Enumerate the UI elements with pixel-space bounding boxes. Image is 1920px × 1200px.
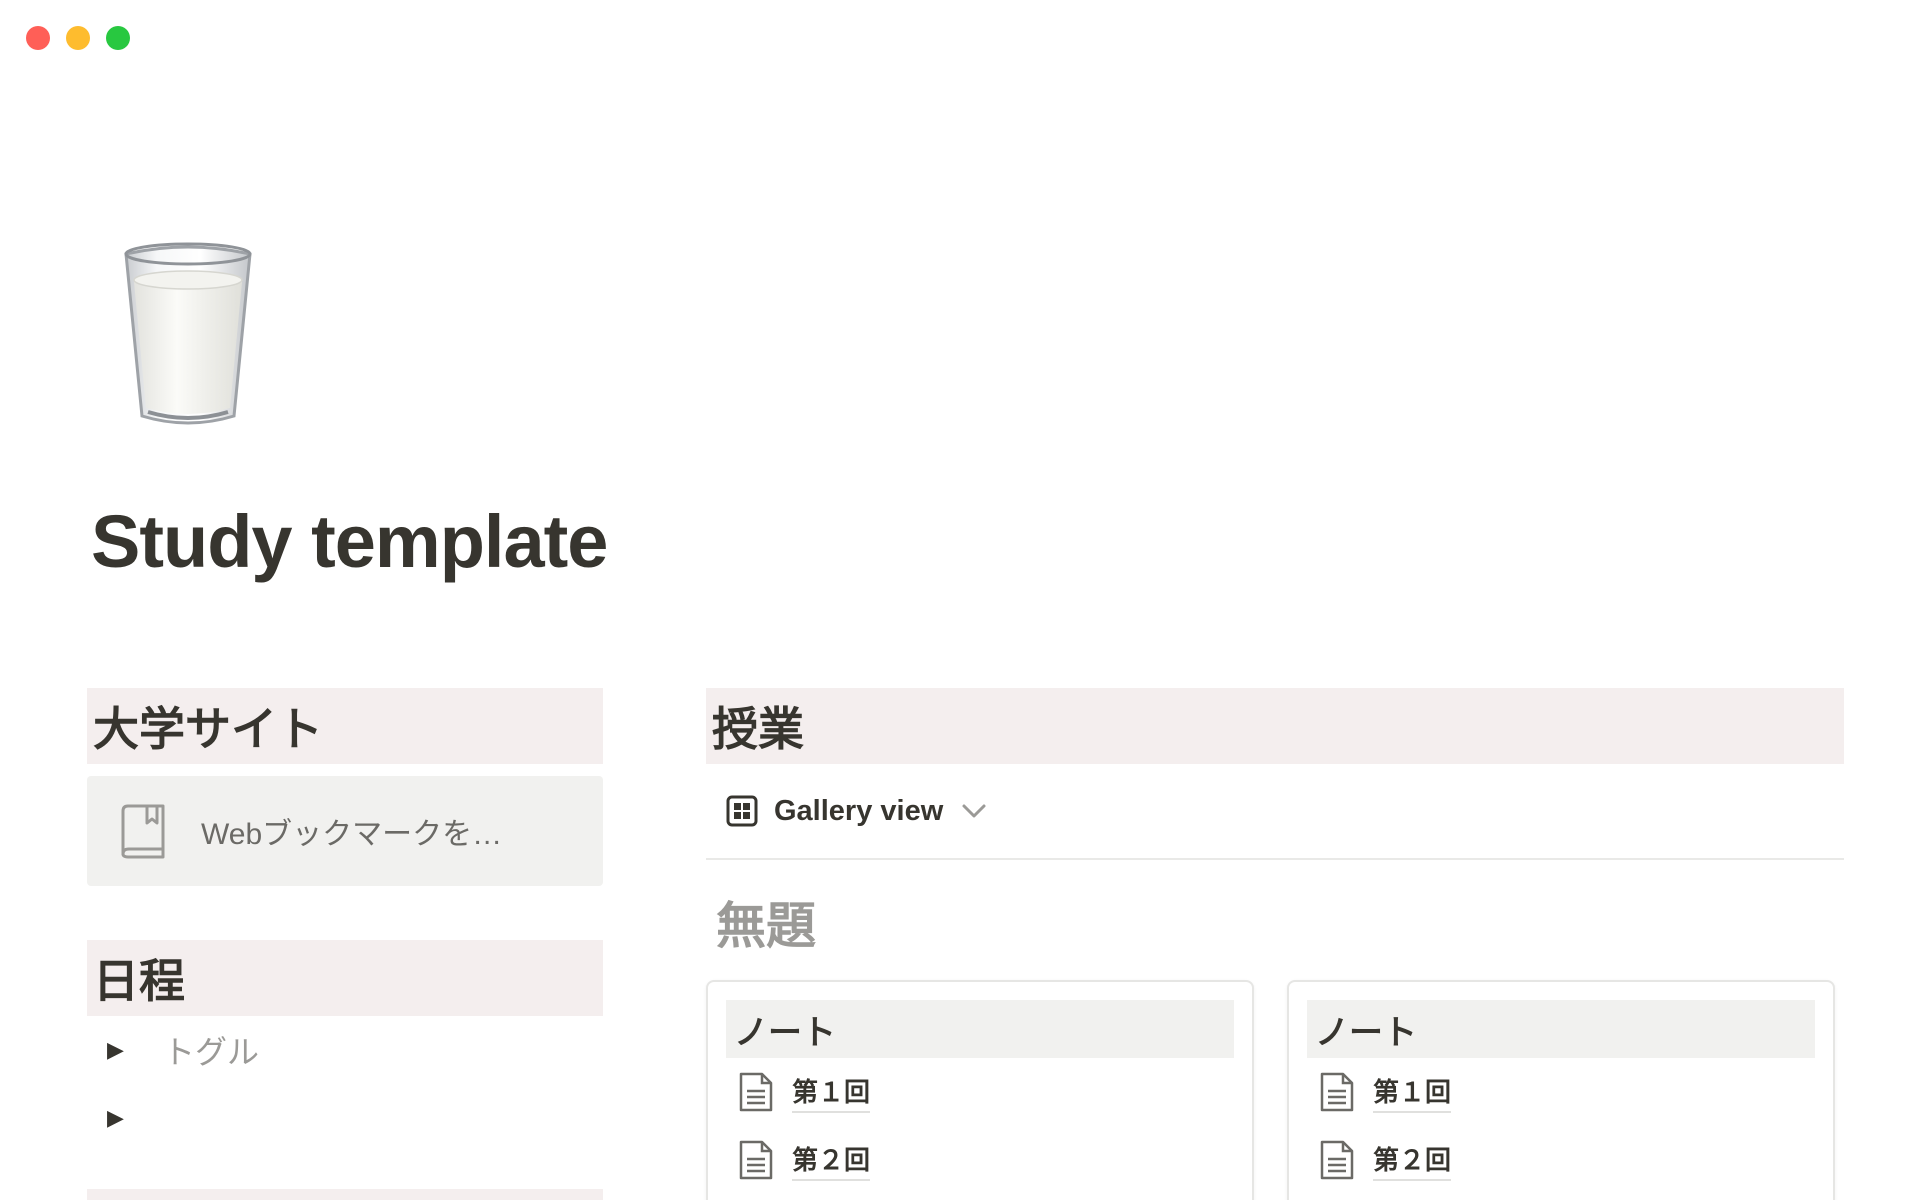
card-page-link[interactable]: 第１回 [726,1058,1234,1126]
view-label: Gallery view [774,794,944,827]
gallery-grid-icon [726,795,758,827]
schedule-header: 日程 [87,940,603,1016]
card-header: ノート [726,1000,1234,1058]
gallery-card[interactable]: ノート 第１回 第２回 [1287,980,1835,1200]
right-edge-overlay [1840,1084,1920,1200]
card-page-label: 第２回 [792,1140,871,1181]
card-page-link[interactable]: 第１回 [1307,1058,1815,1126]
document-icon [1320,1140,1354,1180]
toggle-item: ▶ [87,1084,603,1152]
toggle-arrow-icon[interactable]: ▶ [107,1105,153,1131]
view-switcher[interactable]: Gallery view [706,764,1844,860]
card-page-label: 第１回 [1373,1072,1452,1113]
document-icon [1320,1072,1354,1112]
page-title[interactable]: Study template [91,505,608,579]
university-site-heading[interactable]: 大学サイト [93,693,323,759]
card-page-link[interactable]: 第２回 [1307,1126,1815,1194]
bookmark-book-icon [121,804,165,859]
group-title[interactable]: 無題 [716,886,1844,958]
next-section-header [87,1189,603,1200]
web-bookmark-block[interactable]: Webブックマークを… [87,776,603,886]
gallery-card[interactable]: ノート 第１回 第２回 [706,980,1254,1200]
university-site-header: 大学サイト [87,688,603,764]
notion-window: Study template 大学サイト Webブックマークを… 日程 ▶ トグ… [0,0,1920,1200]
zoom-window-button[interactable] [106,26,130,50]
card-page-link[interactable]: 第２回 [726,1126,1234,1194]
toggle-item: ▶ トグル [87,1016,603,1084]
toggle-label[interactable]: トグル [163,1027,259,1073]
card-page-label: 第１回 [792,1072,871,1113]
gallery-cards: ノート 第１回 第２回 ノート 第１回 第２回 [706,980,1835,1200]
right-column: 授業 Gallery view 無題 ノート 第１回 第２回 ノート 第１回 第… [706,688,1844,1200]
toggle-arrow-icon[interactable]: ▶ [107,1037,153,1063]
document-icon [739,1072,773,1112]
card-page-label: 第２回 [1373,1140,1452,1181]
bookmark-label: Webブックマークを… [201,818,503,851]
classes-header: 授業 [706,688,1844,764]
milk-glass-icon[interactable] [118,240,258,430]
document-icon [739,1140,773,1180]
left-column: 大学サイト Webブックマークを… 日程 ▶ トグル ▶ [87,688,603,1152]
close-window-button[interactable] [26,26,50,50]
card-header: ノート [1307,1000,1815,1058]
schedule-heading[interactable]: 日程 [93,945,185,1011]
classes-heading[interactable]: 授業 [712,693,804,759]
window-controls [26,26,130,50]
minimize-window-button[interactable] [66,26,90,50]
chevron-down-icon[interactable] [961,801,987,821]
